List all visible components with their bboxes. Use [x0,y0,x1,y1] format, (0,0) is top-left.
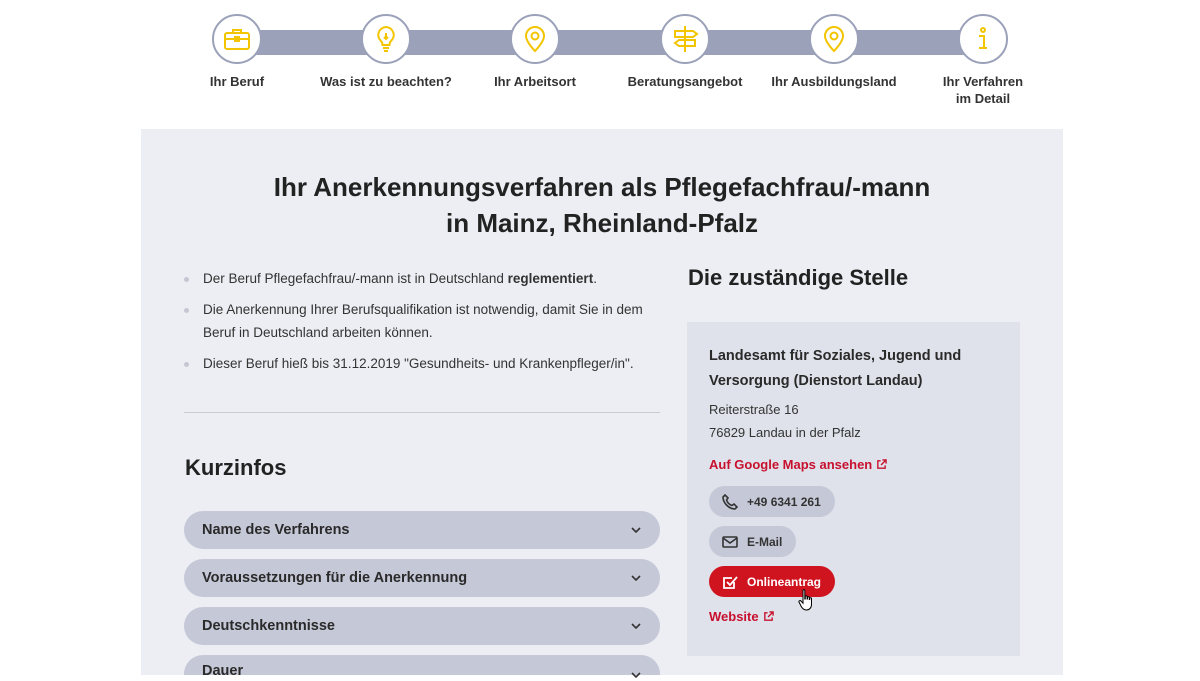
lightbulb-icon [377,25,395,52]
onlineantrag-button[interactable]: Onlineantrag [709,566,836,597]
step-was-ist-zu-beachten[interactable]: Was ist zu beachten? [311,14,461,90]
website-link[interactable]: Website [709,609,774,624]
chevron-down-icon [631,672,641,679]
phone-number: +49 6341 261 [747,494,821,509]
step-ihr-arbeitsort[interactable]: Ihr Arbeitsort [460,14,610,90]
step-label: Ihr Ausbildungsland [771,74,897,89]
bullet-item: Der Beruf Pflegefachfrau/-mann ist in De… [184,267,659,290]
briefcase-icon [224,29,250,50]
website-link-label: Website [709,609,759,624]
bullet-item: Dieser Beruf hieß bis 31.12.2019 "Gesund… [184,352,659,375]
info-bullet-list: Der Beruf Pflegefachfrau/-mann ist in De… [184,267,659,383]
email-button[interactable]: E-Mail [709,526,797,557]
accordion-label: Voraussetzungen für die Anerkennung [202,570,468,586]
checkbox-check-icon [723,575,738,589]
accordion-label: Dauer [202,663,244,679]
page-title-line1: Ihr Anerkennungsverfahren als Pflegefach… [273,172,931,202]
page-title: Ihr Anerkennungsverfahren als Pflegefach… [141,169,1063,241]
google-maps-link-label: Auf Google Maps ansehen [709,457,873,472]
authority-name: Landesamt für Soziales, Jugend und Verso… [709,348,962,389]
step-label-line2: im Detail [955,91,1011,106]
chevron-down-icon [631,623,641,630]
signpost-icon [673,26,699,52]
step-circle [809,14,859,64]
authority-city: 76829 Landau in der Pfalz [709,425,861,440]
step-beratungsangebot[interactable]: Beratungsangebot [610,14,760,90]
accordion-dauer[interactable]: Dauer [184,655,660,679]
accordion-voraussetzungen[interactable]: Voraussetzungen für die Anerkennung [184,559,660,597]
accordion-label: Name des Verfahrens [202,522,350,538]
step-label: Ihr Arbeitsort [494,74,576,89]
step-label: Was ist zu beachten? [320,74,452,89]
location-pin-icon [524,26,546,53]
zustaendige-stelle-heading: Die zuständige Stelle [688,265,909,290]
info-icon [979,27,987,49]
email-label: E-Mail [747,534,783,549]
step-circle [361,14,411,64]
mail-icon [722,535,738,548]
divider [184,412,660,413]
bullet-text: . [593,271,597,286]
step-label: Ihr Beruf [209,74,265,89]
content-panel: Ihr Anerkennungsverfahren als Pflegefach… [141,129,1063,679]
hand-pointer-cursor-icon [798,589,812,611]
step-label-line1: Ihr Verfahren [942,74,1024,89]
accordion-deutschkenntnisse[interactable]: Deutschkenntnisse [184,607,660,645]
external-link-icon [763,611,774,621]
bullet-item: Die Anerkennung Ihrer Berufsqualifikatio… [184,298,659,344]
chevron-down-icon [631,527,641,534]
step-circle [660,14,710,64]
location-pin-icon [823,26,845,53]
step-ihr-ausbildungsland[interactable]: Ihr Ausbildungsland [759,14,909,90]
progress-stepper: Ihr Beruf Was ist zu beachten? Ihr Arbei… [0,0,1200,125]
onlineantrag-label: Onlineantrag [747,574,822,589]
authority-card: Landesamt für Soziales, Jugend und Verso… [687,322,1020,656]
step-ihr-verfahren-im-detail[interactable]: Ihr Verfahren im Detail [908,14,1058,107]
accordion-label: Deutschkenntnisse [202,618,335,634]
chevron-down-icon [631,575,641,582]
step-ihr-beruf[interactable]: Ihr Beruf [162,14,312,90]
page-title-line2: in Mainz, Rheinland-Pfalz [445,208,758,238]
bullet-text: Der Beruf Pflegefachfrau/-mann ist in De… [203,271,508,286]
external-link-icon [877,459,888,469]
step-label: Ihr Verfahren im Detail [908,73,1058,107]
bullet-bold-text: reglementiert [507,271,594,286]
google-maps-link[interactable]: Auf Google Maps ansehen [709,457,888,472]
step-label: Beratungsangebot [627,74,743,89]
kurzinfos-heading: Kurzinfos [185,455,287,480]
phone-button[interactable]: +49 6341 261 [709,486,835,517]
step-circle [510,14,560,64]
authority-street: Reiterstraße 16 [709,402,799,417]
step-circle [212,14,262,64]
phone-icon [722,493,739,510]
accordion-name-des-verfahrens[interactable]: Name des Verfahrens [184,511,660,549]
step-circle [958,14,1008,64]
